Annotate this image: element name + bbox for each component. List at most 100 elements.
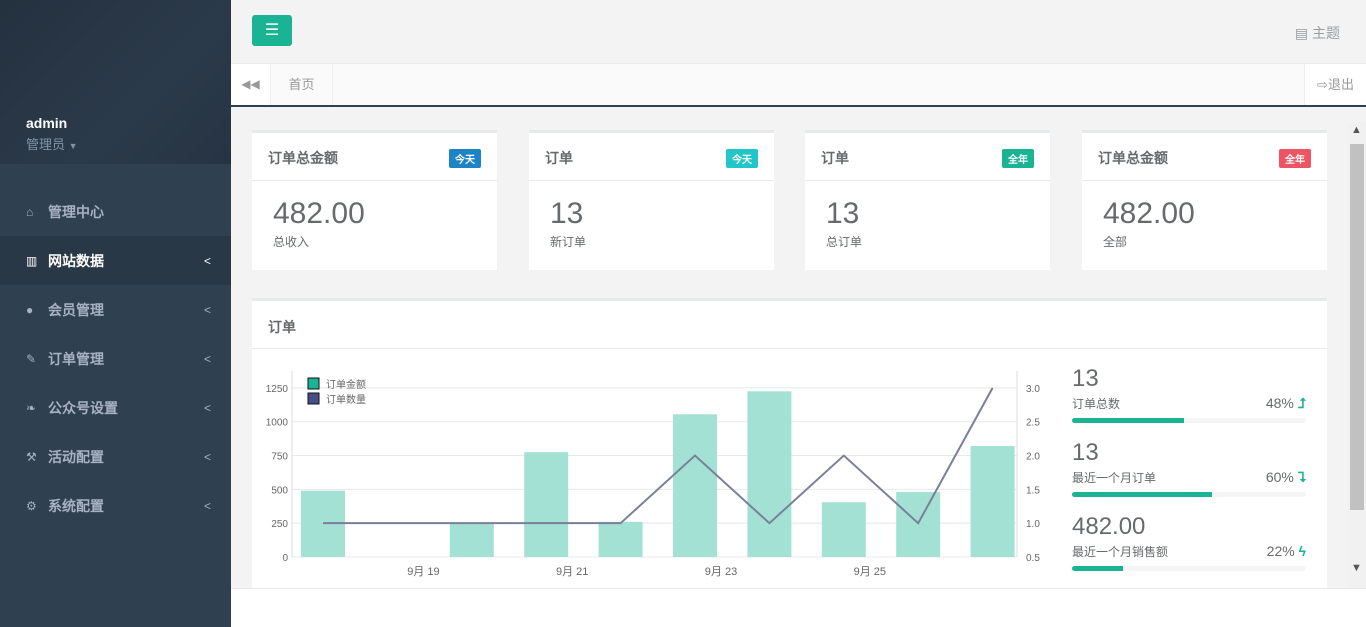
right-axis-tick: 1.0 — [1026, 519, 1040, 530]
left-axis-tick: 250 — [271, 519, 288, 530]
summary-stat: 482.00 最近一个月销售额 22% ϟ — [1072, 513, 1306, 571]
progress-bar — [1072, 492, 1306, 497]
stat-percent: 22% — [1266, 543, 1295, 559]
chevron-left-icon: < — [203, 253, 211, 268]
sidebar-item-label: 公众号设置 — [48, 399, 118, 416]
left-axis-tick: 1000 — [266, 418, 289, 429]
logout-button[interactable]: ⇨退出 — [1304, 64, 1366, 105]
username: admin — [26, 115, 68, 131]
card-value: 13 — [550, 197, 584, 230]
edit-icon: ✎ — [26, 351, 37, 366]
left-axis-tick: 750 — [271, 452, 288, 463]
card-value: 482.00 — [273, 197, 365, 230]
sidebar-item-label: 会员管理 — [48, 301, 104, 318]
card-subtitle: 新订单 — [550, 235, 587, 249]
x-axis-tick: 9月 23 — [705, 566, 737, 578]
card-title: 订单总金额 — [268, 150, 338, 166]
period-badge: 今天 — [726, 149, 758, 168]
sidebar: admin 管理员 ▼ ⌂ 管理中心 ▥ 网站数据 < ● 会员管理 < ✎ 订单管理 < ❧ 公众号设… — [0, 0, 231, 627]
orders-panel: 订单 0 250 500 750 1000 1250 0.5 1.0 1.5 2.0 2.5 3.0 9… — [252, 298, 1327, 588]
progress-fill — [1072, 566, 1124, 571]
scroll-up-icon[interactable]: ▲ — [1351, 124, 1362, 136]
gavel-icon: ⚒ — [26, 449, 37, 464]
user-role-dropdown[interactable]: 管理员 ▼ — [26, 134, 231, 153]
theme-icon: ▤ — [1294, 25, 1309, 41]
stat-percent: 48% — [1265, 395, 1294, 411]
right-axis-tick: 2.0 — [1026, 452, 1040, 463]
sidebar-item-label: 活动配置 — [48, 448, 104, 465]
x-axis-tick: 9月 21 — [556, 566, 588, 578]
chevron-left-icon: < — [203, 351, 211, 366]
bar-9月21 — [524, 452, 569, 557]
user-icon: ● — [26, 302, 34, 317]
sidebar-item-4[interactable]: ❧ 公众号设置 < — [0, 383, 231, 432]
legend-label: 订单金额 — [326, 378, 366, 391]
card-subtitle: 全部 — [1103, 235, 1128, 249]
x-axis-tick: 9月 25 — [854, 566, 886, 578]
period-badge: 全年 — [1279, 149, 1311, 168]
bolt-icon: ϟ — [1298, 543, 1306, 559]
bar-9月26 — [896, 492, 941, 557]
footer — [231, 588, 1366, 627]
card-title: 订单 — [545, 150, 573, 166]
user-profile[interactable]: admin 管理员 ▼ — [0, 0, 231, 164]
x-axis-tick: 9月 19 — [407, 566, 439, 578]
top-header: ☰ ▤ 主题 — [231, 0, 1366, 64]
stat-value: 482.00 — [1072, 513, 1146, 540]
legend-label: 订单数量 — [326, 393, 366, 406]
legend-swatch — [307, 377, 320, 390]
period-badge: 全年 — [1002, 149, 1034, 168]
logout-label: 退出 — [1327, 77, 1354, 92]
theme-button[interactable]: ▤ 主题 — [1295, 23, 1340, 43]
chevron-left-icon: < — [203, 302, 211, 317]
home-icon: ⌂ — [26, 204, 34, 219]
sidebar-item-label: 网站数据 — [48, 252, 104, 269]
sidebar-item-1[interactable]: ▥ 网站数据 < — [0, 236, 231, 285]
caret-down-icon: ▼ — [68, 141, 78, 151]
tab-bar: ◀◀ 首页 ⇨退出 — [231, 64, 1366, 107]
progress-bar — [1072, 566, 1306, 571]
card-value: 482.00 — [1103, 197, 1195, 230]
bar-9月22 — [598, 521, 643, 557]
legend-swatch — [307, 392, 320, 405]
stat-value: 13 — [1072, 365, 1099, 392]
stat-percent: 60% — [1265, 469, 1294, 485]
tab-scroll-left-button[interactable]: ◀◀ — [231, 64, 271, 105]
gear-icon: ⚙ — [26, 498, 37, 513]
scrollbar-thumb[interactable] — [1350, 144, 1364, 510]
role-label: 管理员 — [26, 137, 66, 152]
theme-label: 主题 — [1312, 25, 1340, 41]
chevron-left-icon: < — [203, 449, 211, 464]
card-subtitle: 总订单 — [826, 235, 863, 249]
bar-9月24 — [747, 391, 792, 557]
sidebar-item-3[interactable]: ✎ 订单管理 < — [0, 334, 231, 383]
bar-9月25 — [821, 502, 866, 557]
progress-fill — [1072, 418, 1185, 423]
sidebar-item-6[interactable]: ⚙ 系统配置 < — [0, 481, 231, 530]
scrollbar[interactable]: ▲ ▼ — [1348, 122, 1366, 588]
sidebar-item-5[interactable]: ⚒ 活动配置 < — [0, 432, 231, 481]
sidebar-item-2[interactable]: ● 会员管理 < — [0, 285, 231, 334]
period-badge: 今天 — [449, 149, 481, 168]
leaf-icon: ❧ — [26, 400, 37, 415]
card-title: 订单 — [821, 150, 849, 166]
scroll-down-icon[interactable]: ▼ — [1351, 562, 1362, 574]
left-axis-tick: 0 — [282, 553, 288, 564]
left-axis-tick: 1250 — [266, 384, 289, 395]
sidebar-item-0[interactable]: ⌂ 管理中心 — [0, 187, 231, 236]
progress-bar — [1072, 418, 1306, 423]
level-down-icon: ⮧ — [1297, 469, 1306, 485]
stat-card: 订单总金额 今天 482.00 总收入 — [252, 130, 497, 270]
tab-home[interactable]: 首页 — [271, 64, 333, 105]
card-title: 订单总金额 — [1098, 150, 1168, 166]
stat-value: 13 — [1072, 439, 1099, 466]
right-axis-tick: 2.5 — [1026, 418, 1040, 429]
right-axis-tick: 0.5 — [1026, 553, 1040, 564]
chevron-left-icon: < — [203, 400, 211, 415]
chevron-left-icon: < — [203, 498, 211, 513]
backward-icon: ◀◀ — [241, 77, 260, 91]
summary-stat: 13 订单总数 48% ⮥ — [1072, 365, 1306, 423]
sidebar-item-label: 管理中心 — [48, 203, 104, 220]
toggle-menu-button[interactable]: ☰ — [252, 15, 292, 46]
bar-9月27 — [970, 446, 1015, 557]
